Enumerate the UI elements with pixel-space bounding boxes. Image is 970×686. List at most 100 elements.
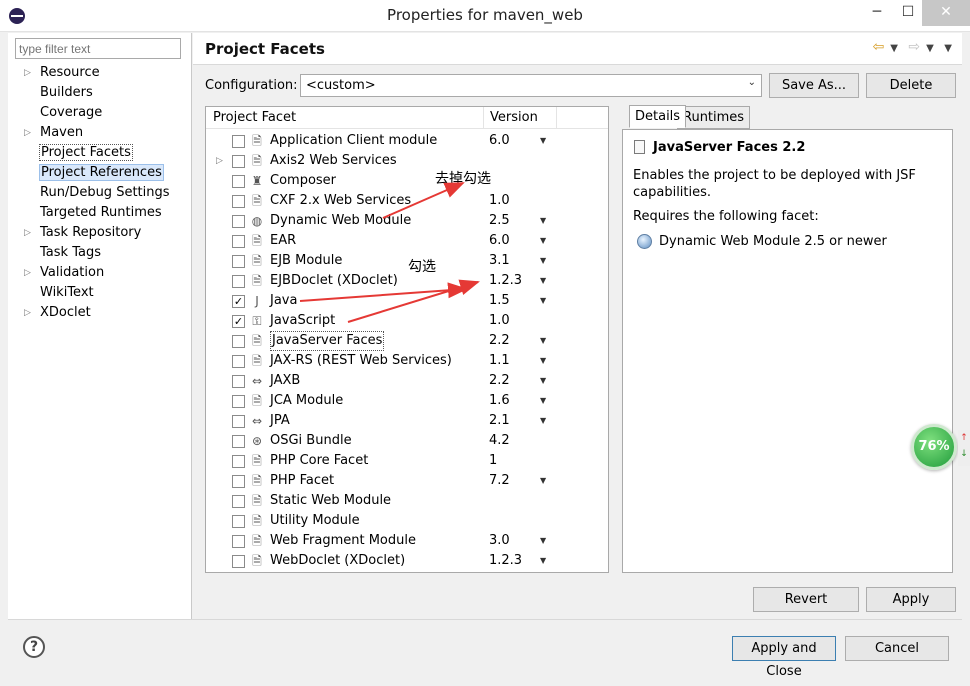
- help-icon[interactable]: ?: [23, 636, 45, 658]
- facet-checkbox[interactable]: [232, 355, 245, 368]
- version-dropdown-icon[interactable]: ▼: [540, 551, 546, 571]
- table-row[interactable]: 🗎 Static Web Module: [206, 491, 608, 511]
- version-dropdown-icon[interactable]: ▼: [540, 331, 546, 351]
- facet-checkbox[interactable]: [232, 375, 245, 388]
- table-row[interactable]: 🗎 JCA Module 1.6 ▼: [206, 391, 608, 411]
- table-row[interactable]: ✓ ⚿ JavaScript 1.0: [206, 311, 608, 331]
- version-dropdown-icon[interactable]: ▼: [540, 531, 546, 551]
- facet-checkbox[interactable]: [232, 155, 245, 168]
- table-row[interactable]: 🗎 EJB Module 3.1 ▼: [206, 251, 608, 271]
- version-dropdown-icon[interactable]: ▼: [540, 391, 546, 411]
- table-row[interactable]: 🗎 Web Fragment Module 3.0 ▼: [206, 531, 608, 551]
- facet-version[interactable]: 6.0: [489, 131, 510, 151]
- version-dropdown-icon[interactable]: ▼: [540, 211, 546, 231]
- table-row[interactable]: ⇔ JPA 2.1 ▼: [206, 411, 608, 431]
- table-row[interactable]: ♜ Composer: [206, 171, 608, 191]
- column-header-facet[interactable]: Project Facet: [213, 110, 296, 125]
- facet-version[interactable]: 1.1: [489, 351, 510, 371]
- minimize-button[interactable]: ─: [862, 0, 892, 26]
- back-dropdown-icon[interactable]: ▼: [890, 43, 898, 54]
- facet-checkbox[interactable]: [232, 255, 245, 268]
- table-row[interactable]: 🗎 EJBDoclet (XDoclet) 1.2.3 ▼: [206, 271, 608, 291]
- version-dropdown-icon[interactable]: ▼: [540, 471, 546, 491]
- tree-item[interactable]: ▷ Maven: [8, 123, 192, 143]
- facet-version[interactable]: 1.0: [489, 191, 510, 211]
- facet-checkbox[interactable]: [232, 515, 245, 528]
- facet-checkbox[interactable]: [232, 175, 245, 188]
- apply-and-close-button[interactable]: Apply and Close: [732, 636, 836, 679]
- version-dropdown-icon[interactable]: ▼: [540, 371, 546, 391]
- tree-item[interactable]: Builders: [8, 83, 192, 103]
- facet-version[interactable]: 2.2: [489, 371, 510, 391]
- table-row[interactable]: ✓ J Java 1.5 ▼: [206, 291, 608, 311]
- version-dropdown-icon[interactable]: ▼: [540, 271, 546, 291]
- facet-checkbox[interactable]: [232, 535, 245, 548]
- expand-arrow-icon[interactable]: ▷: [24, 303, 31, 323]
- apply-button[interactable]: Apply: [866, 587, 956, 612]
- facet-version[interactable]: 2.1: [489, 411, 510, 431]
- facet-checkbox[interactable]: [232, 135, 245, 148]
- facet-checkbox[interactable]: [232, 415, 245, 428]
- facet-checkbox[interactable]: [232, 475, 245, 488]
- tree-item[interactable]: ▷ Validation: [8, 263, 192, 283]
- facet-checkbox[interactable]: [232, 495, 245, 508]
- version-dropdown-icon[interactable]: ▼: [540, 351, 546, 371]
- facet-version[interactable]: 2.5: [489, 211, 510, 231]
- version-dropdown-icon[interactable]: ▼: [540, 231, 546, 251]
- forward-dropdown-icon[interactable]: ▼: [926, 43, 934, 54]
- expand-arrow-icon[interactable]: ▷: [24, 263, 31, 283]
- table-row[interactable]: ⊛ OSGi Bundle 4.2: [206, 431, 608, 451]
- tree-item[interactable]: Coverage: [8, 103, 192, 123]
- table-row[interactable]: ◍ Dynamic Web Module 2.5 ▼: [206, 211, 608, 231]
- tree-item[interactable]: Project References: [8, 163, 192, 183]
- tab-runtimes[interactable]: Runtimes: [677, 106, 751, 129]
- facet-checkbox[interactable]: [232, 215, 245, 228]
- facet-checkbox[interactable]: [232, 195, 245, 208]
- progress-badge[interactable]: 76%: [911, 424, 957, 470]
- maximize-button[interactable]: ☐: [893, 0, 923, 26]
- table-row[interactable]: ▷ 🗎 Axis2 Web Services: [206, 151, 608, 171]
- facet-version[interactable]: 1.6: [489, 391, 510, 411]
- facet-version[interactable]: 4.2: [489, 431, 510, 451]
- tree-item[interactable]: WikiText: [8, 283, 192, 303]
- version-dropdown-icon[interactable]: ▼: [540, 131, 546, 151]
- tree-item[interactable]: ▷ Task Repository: [8, 223, 192, 243]
- table-row[interactable]: 🗎 JavaServer Faces 2.2 ▼: [206, 331, 608, 351]
- version-dropdown-icon[interactable]: ▼: [540, 251, 546, 271]
- column-header-version[interactable]: Version: [490, 110, 538, 125]
- forward-arrow-icon[interactable]: ⇨: [908, 39, 920, 55]
- cancel-button[interactable]: Cancel: [845, 636, 949, 661]
- facet-version[interactable]: 3.1: [489, 251, 510, 271]
- filter-input[interactable]: [15, 38, 181, 59]
- facet-checkbox[interactable]: ✓: [232, 295, 245, 308]
- facet-version[interactable]: 1.2.3: [489, 551, 522, 571]
- facet-checkbox[interactable]: [232, 395, 245, 408]
- table-row[interactable]: 🗎 WebDoclet (XDoclet) 1.2.3 ▼: [206, 551, 608, 571]
- facet-checkbox[interactable]: [232, 555, 245, 568]
- facet-version[interactable]: 1.2.3: [489, 271, 522, 291]
- facet-checkbox[interactable]: [232, 275, 245, 288]
- table-row[interactable]: ⇔ JAXB 2.2 ▼: [206, 371, 608, 391]
- table-row[interactable]: 🗎 JAX-RS (REST Web Services) 1.1 ▼: [206, 351, 608, 371]
- tab-details[interactable]: Details: [629, 105, 687, 128]
- revert-button[interactable]: Revert: [753, 587, 859, 612]
- tree-item[interactable]: Task Tags: [8, 243, 192, 263]
- table-row[interactable]: 🗎 CXF 2.x Web Services 1.0: [206, 191, 608, 211]
- tree-item[interactable]: Project Facets: [8, 143, 192, 163]
- facet-version[interactable]: 6.0: [489, 231, 510, 251]
- facet-checkbox[interactable]: [232, 335, 245, 348]
- facet-version[interactable]: 2.2: [489, 331, 510, 351]
- configuration-select[interactable]: <custom> ⌄: [300, 74, 762, 97]
- tree-item[interactable]: ▷ Resource: [8, 63, 192, 83]
- facet-checkbox[interactable]: [232, 235, 245, 248]
- back-arrow-icon[interactable]: ⇦: [873, 39, 885, 55]
- view-menu-icon[interactable]: ▼: [944, 43, 952, 54]
- facet-checkbox[interactable]: [232, 455, 245, 468]
- expand-arrow-icon[interactable]: ▷: [24, 223, 31, 243]
- tree-item[interactable]: ▷ XDoclet: [8, 303, 192, 323]
- delete-button[interactable]: Delete: [866, 73, 956, 98]
- table-row[interactable]: 🗎 Application Client module 6.0 ▼: [206, 131, 608, 151]
- version-dropdown-icon[interactable]: ▼: [540, 411, 546, 431]
- expand-arrow-icon[interactable]: ▷: [24, 123, 31, 143]
- facet-version[interactable]: 3.0: [489, 531, 510, 551]
